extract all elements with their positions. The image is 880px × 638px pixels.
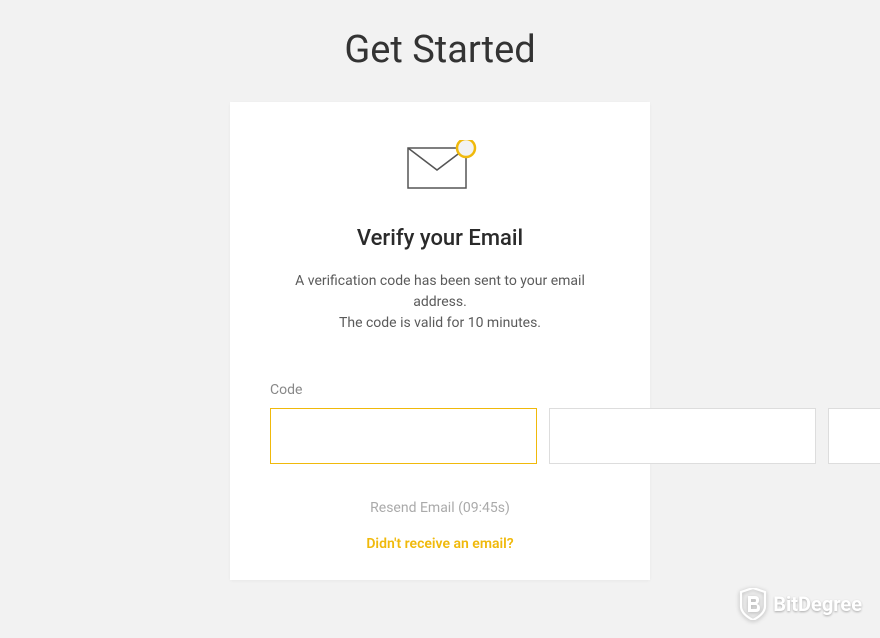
envelope-icon bbox=[270, 140, 610, 194]
verify-email-card: Verify your Email A verification code ha… bbox=[230, 102, 650, 580]
watermark-text: BitDegree bbox=[773, 592, 862, 616]
page-title: Get Started bbox=[0, 0, 880, 102]
card-heading: Verify your Email bbox=[270, 226, 610, 251]
code-input-2[interactable] bbox=[549, 408, 816, 464]
code-input-1[interactable] bbox=[270, 408, 537, 464]
bitdegree-logo-icon bbox=[739, 588, 767, 620]
resend-email-text: Resend Email (09:45s) bbox=[270, 500, 610, 516]
desc-line-1: A verification code has been sent to you… bbox=[270, 271, 610, 313]
code-label: Code bbox=[270, 382, 610, 398]
didnt-receive-link[interactable]: Didn't receive an email? bbox=[270, 536, 610, 552]
desc-line-2: The code is valid for 10 minutes. bbox=[270, 313, 610, 334]
code-input-group bbox=[270, 408, 610, 464]
code-input-3[interactable] bbox=[828, 408, 880, 464]
bitdegree-watermark: BitDegree bbox=[739, 588, 862, 620]
card-description: A verification code has been sent to you… bbox=[270, 271, 610, 334]
